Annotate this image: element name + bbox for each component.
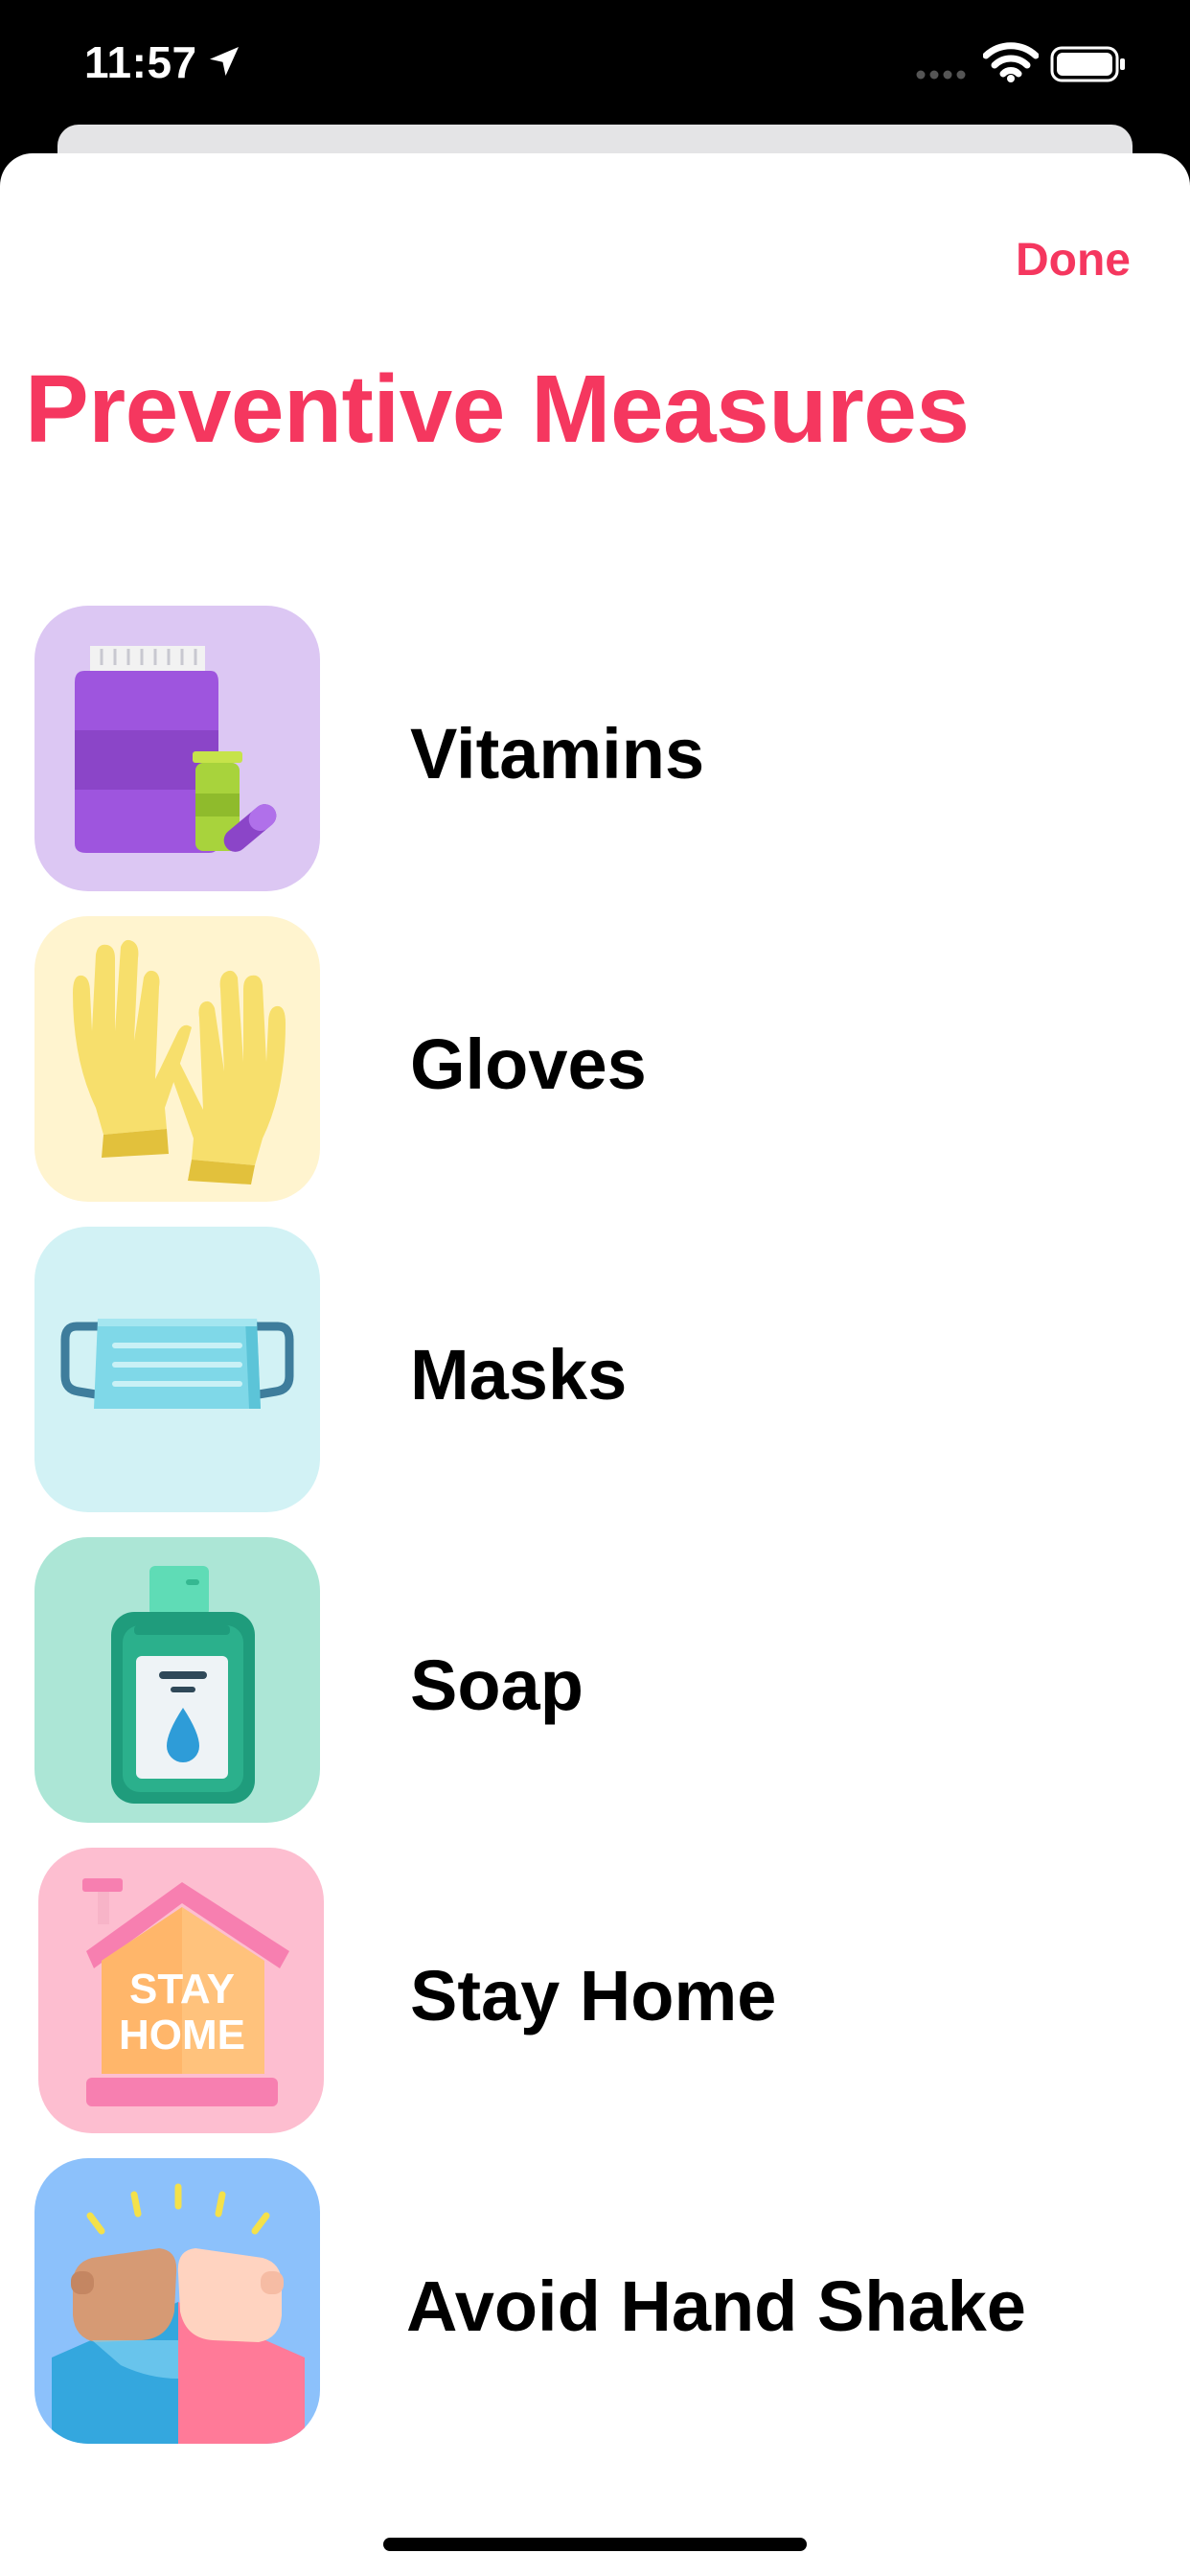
list-item-label: Stay Home (410, 1956, 777, 2036)
done-button[interactable]: Done (1016, 234, 1131, 287)
gloves-tile (34, 916, 320, 1202)
list-item-label: Gloves (410, 1024, 647, 1104)
masks-tile (34, 1227, 320, 1512)
soap-bottle-icon (34, 1537, 320, 1823)
list-item-masks[interactable]: Masks (0, 1227, 1190, 1514)
status-bar: 11:57 (0, 0, 1190, 134)
list-item-label: Masks (410, 1335, 628, 1414)
home-indicator[interactable] (383, 2538, 807, 2551)
stay-home-tile: STAY HOME (38, 1848, 324, 2133)
wifi-icon (983, 42, 1039, 82)
preventive-measures-sheet: Done Preventive Measures Vitamins Gloves… (0, 153, 1190, 2576)
avoid-handshake-icon (34, 2158, 320, 2444)
gloves-icon (34, 916, 320, 1202)
list-item-gloves[interactable]: Gloves (0, 916, 1190, 1204)
list-item-vitamins[interactable]: Vitamins (0, 606, 1190, 893)
svg-text:STAY: STAY (129, 1966, 235, 2012)
list-item-stay-home[interactable]: STAY HOME Stay Home (0, 1848, 1190, 2135)
cellular-signal-icon (916, 70, 966, 80)
soap-tile (34, 1537, 320, 1823)
vitamins-tile (34, 606, 320, 891)
mask-icon (34, 1227, 320, 1512)
vitamins-icon (34, 606, 320, 891)
list-item-label: Avoid Hand Shake (406, 2266, 1026, 2346)
svg-text:HOME: HOME (119, 2012, 245, 2058)
list-item-soap[interactable]: Soap (0, 1537, 1190, 1825)
list-item-label: Vitamins (410, 714, 705, 794)
page-title: Preventive Measures (25, 356, 970, 463)
avoid-handshake-tile (34, 2158, 320, 2444)
list-item-label: Soap (410, 1645, 584, 1725)
location-arrow-icon (210, 47, 239, 76)
list-item-avoid-hand-shake[interactable]: Avoid Hand Shake (0, 2158, 1190, 2446)
stay-home-icon: STAY HOME (38, 1848, 324, 2133)
battery-icon (1050, 46, 1125, 82)
status-time: 11:57 (84, 37, 197, 87)
